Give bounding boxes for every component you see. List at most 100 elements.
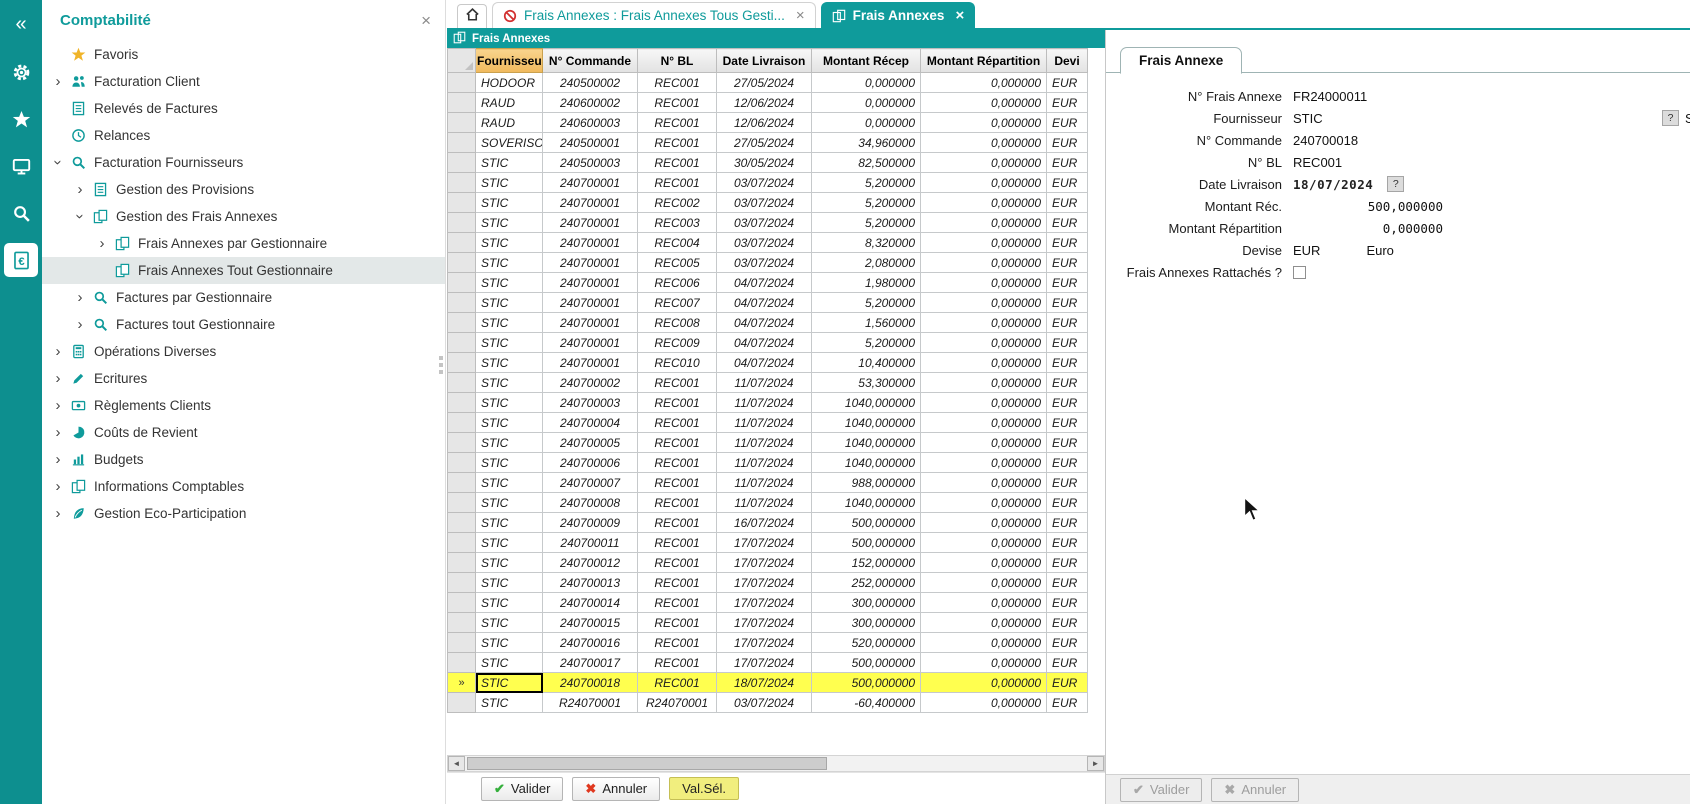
cell[interactable]: STIC: [476, 553, 543, 573]
cell[interactable]: EUR: [1047, 133, 1088, 153]
cell[interactable]: 0,000000: [921, 113, 1047, 133]
cell[interactable]: 0,000000: [921, 233, 1047, 253]
cell[interactable]: 03/07/2024: [717, 213, 812, 233]
cell[interactable]: STIC: [476, 593, 543, 613]
cell[interactable]: 0,000000: [921, 593, 1047, 613]
cell[interactable]: EUR: [1047, 253, 1088, 273]
cell[interactable]: 0,000000: [812, 93, 921, 113]
chevron-right-icon[interactable]: ›: [94, 236, 110, 251]
table-row[interactable]: RAUD240600003REC00112/06/20240,0000000,0…: [448, 113, 1088, 133]
cell[interactable]: EUR: [1047, 213, 1088, 233]
table-row[interactable]: STIC240700001REC00904/07/20245,2000000,0…: [448, 333, 1088, 353]
table-row[interactable]: STIC240700001REC01004/07/202410,4000000,…: [448, 353, 1088, 373]
cell[interactable]: STIC: [476, 693, 543, 713]
cell[interactable]: STIC: [476, 313, 543, 333]
cell[interactable]: 04/07/2024: [717, 293, 812, 313]
column-header[interactable]: Date Livraison: [717, 49, 812, 73]
cell[interactable]: 240700017: [543, 653, 638, 673]
cell[interactable]: EUR: [1047, 193, 1088, 213]
cell[interactable]: 240700013: [543, 573, 638, 593]
euro-icon[interactable]: €: [4, 243, 38, 277]
num-bl-value[interactable]: REC001: [1293, 155, 1342, 170]
cell[interactable]: 240700001: [543, 313, 638, 333]
cell[interactable]: STIC: [476, 633, 543, 653]
cell[interactable]: STIC: [476, 393, 543, 413]
cell[interactable]: 5,200000: [812, 333, 921, 353]
cell[interactable]: 240600002: [543, 93, 638, 113]
cell[interactable]: 240700001: [543, 293, 638, 313]
sidebar-item[interactable]: Frais Annexes Tout Gestionnaire: [42, 257, 445, 284]
horizontal-scrollbar[interactable]: ◄ ►: [447, 755, 1105, 772]
cell[interactable]: 53,300000: [812, 373, 921, 393]
cell[interactable]: STIC: [476, 573, 543, 593]
cell[interactable]: REC001: [638, 73, 717, 93]
sidebar-item[interactable]: ›Factures par Gestionnaire: [42, 284, 445, 311]
cell[interactable]: REC005: [638, 253, 717, 273]
cell[interactable]: EUR: [1047, 453, 1088, 473]
cell[interactable]: 0,000000: [921, 413, 1047, 433]
cell[interactable]: REC001: [638, 673, 717, 693]
table-row[interactable]: STIC240700001REC00303/07/20245,2000000,0…: [448, 213, 1088, 233]
row-header[interactable]: [448, 213, 476, 233]
row-header[interactable]: »: [448, 673, 476, 693]
cell[interactable]: 11/07/2024: [717, 413, 812, 433]
date-livraison-value[interactable]: 18/07/2024: [1293, 177, 1373, 192]
cell[interactable]: 0,000000: [921, 73, 1047, 93]
cell[interactable]: STIC: [476, 433, 543, 453]
row-header[interactable]: [448, 333, 476, 353]
table-row[interactable]: STIC240700008REC00111/07/20241040,000000…: [448, 493, 1088, 513]
row-header[interactable]: [448, 273, 476, 293]
table-row[interactable]: STIC240700005REC00111/07/20241040,000000…: [448, 433, 1088, 453]
cell[interactable]: EUR: [1047, 653, 1088, 673]
cell[interactable]: 82,500000: [812, 153, 921, 173]
cell[interactable]: 0,000000: [921, 93, 1047, 113]
cell[interactable]: 520,000000: [812, 633, 921, 653]
cell[interactable]: 5,200000: [812, 173, 921, 193]
cell[interactable]: REC006: [638, 273, 717, 293]
cell[interactable]: 240600003: [543, 113, 638, 133]
lookup-button[interactable]: ?: [1662, 110, 1679, 126]
chevron-right-icon[interactable]: ›: [50, 506, 66, 521]
calendar-help-button[interactable]: ?: [1387, 176, 1404, 192]
cell[interactable]: REC001: [638, 93, 717, 113]
cell[interactable]: SOVERISOVI: [476, 133, 543, 153]
table-row[interactable]: STIC240700001REC00103/07/20245,2000000,0…: [448, 173, 1088, 193]
cell[interactable]: 0,000000: [921, 193, 1047, 213]
cell[interactable]: REC001: [638, 553, 717, 573]
cell[interactable]: 0,000000: [921, 613, 1047, 633]
cell[interactable]: EUR: [1047, 373, 1088, 393]
valider-button[interactable]: ✔ Valider: [481, 777, 563, 801]
cell[interactable]: 03/07/2024: [717, 193, 812, 213]
cell[interactable]: 11/07/2024: [717, 493, 812, 513]
sidebar-item[interactable]: ›Frais Annexes par Gestionnaire: [42, 230, 445, 257]
row-header[interactable]: [448, 633, 476, 653]
cell[interactable]: REC001: [638, 153, 717, 173]
cell[interactable]: 0,000000: [921, 513, 1047, 533]
star-icon[interactable]: [4, 102, 38, 136]
cell[interactable]: EUR: [1047, 473, 1088, 493]
cell[interactable]: 0,000000: [921, 393, 1047, 413]
cell[interactable]: 1040,000000: [812, 493, 921, 513]
scrollbar-thumb[interactable]: [467, 757, 827, 770]
tab-frais-annexes-tous-gestionnaire[interactable]: Frais Annexes : Frais Annexes Tous Gesti…: [492, 2, 816, 28]
row-header[interactable]: [448, 393, 476, 413]
cell[interactable]: 240700001: [543, 333, 638, 353]
table-row[interactable]: STIC240700016REC00117/07/2024520,0000000…: [448, 633, 1088, 653]
cell[interactable]: 240700001: [543, 213, 638, 233]
cell[interactable]: REC001: [638, 513, 717, 533]
cell[interactable]: 17/07/2024: [717, 653, 812, 673]
cell[interactable]: REC001: [638, 633, 717, 653]
home-tab[interactable]: [457, 4, 487, 28]
sidebar-item[interactable]: ›Ecritures: [42, 365, 445, 392]
cell[interactable]: 0,000000: [921, 133, 1047, 153]
sidebar-item[interactable]: ›Règlements Clients: [42, 392, 445, 419]
cell[interactable]: 12/06/2024: [717, 113, 812, 133]
cell[interactable]: STIC: [476, 253, 543, 273]
row-header[interactable]: [448, 253, 476, 273]
cell[interactable]: 240700012: [543, 553, 638, 573]
cell[interactable]: REC001: [638, 393, 717, 413]
cell[interactable]: 17/07/2024: [717, 613, 812, 633]
cell[interactable]: 03/07/2024: [717, 253, 812, 273]
cell[interactable]: STIC: [476, 293, 543, 313]
table-row[interactable]: STIC240700012REC00117/07/2024152,0000000…: [448, 553, 1088, 573]
